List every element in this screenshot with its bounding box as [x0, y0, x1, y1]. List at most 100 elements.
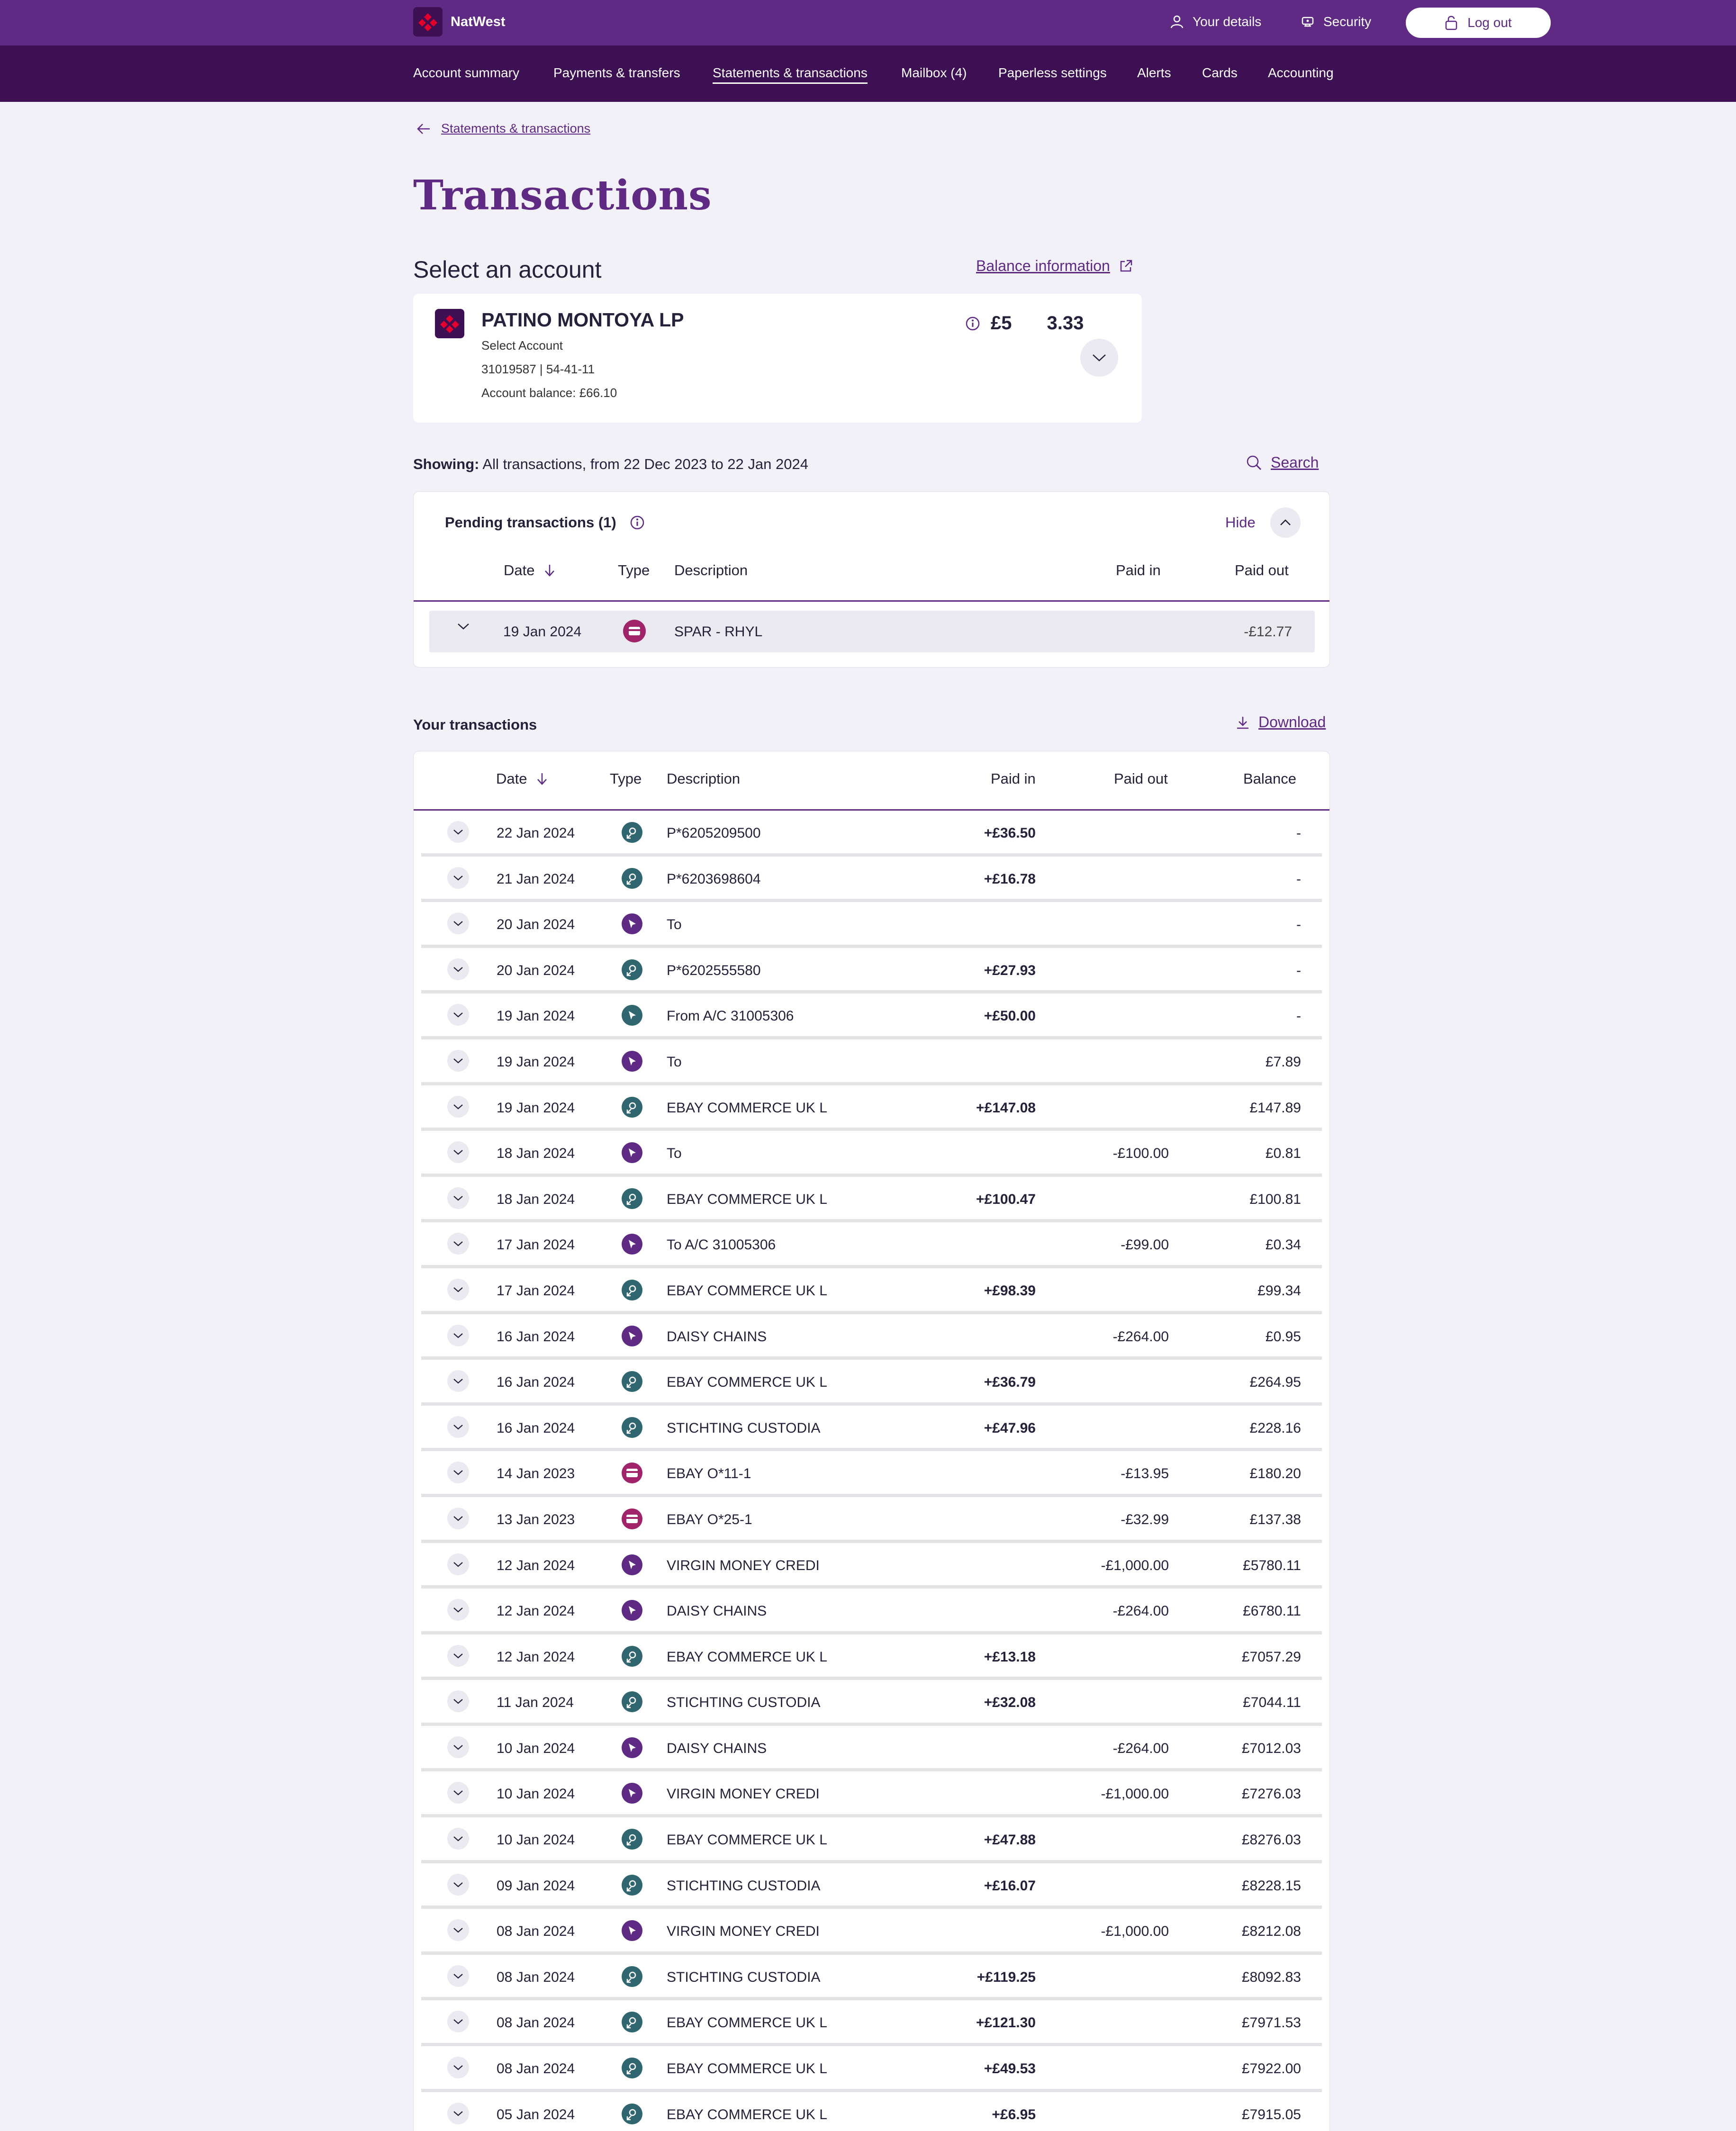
table-row[interactable]: 17 Jan 2024 To A/C 31005306 -£99.00 £0.34: [421, 1222, 1322, 1268]
info-icon[interactable]: [965, 316, 980, 331]
chevron-down-icon[interactable]: [447, 912, 469, 935]
chevron-down-icon[interactable]: [447, 1690, 469, 1713]
money-in-icon: [622, 959, 642, 980]
transaction-balance: £7915.05: [1241, 2106, 1301, 2122]
table-row[interactable]: 20 Jan 2024 To -: [421, 902, 1322, 948]
table-row[interactable]: 08 Jan 2024 EBAY COMMERCE UK L +£121.30 £79…: [421, 2000, 1322, 2047]
table-row[interactable]: 21 Jan 2024 P*6203698604 +£16.78 -: [421, 857, 1322, 903]
table-row[interactable]: 13 Jan 2023 EBAY O*25-1 -£32.99 £137.38: [421, 1497, 1322, 1543]
download-link[interactable]: Download: [1236, 713, 1326, 731]
transfer-out-icon: [622, 1234, 642, 1255]
table-row[interactable]: 14 Jan 2023 EBAY O*11-1 -£13.95 £180.20: [421, 1451, 1322, 1497]
transaction-paid-in: +£119.25: [976, 1969, 1036, 1985]
natwest-logo-icon[interactable]: [413, 7, 443, 36]
download-icon: [1237, 716, 1248, 729]
table-row[interactable]: 18 Jan 2024 To -£100.00 £0.81: [421, 1131, 1322, 1177]
download-label: Download: [1258, 713, 1326, 731]
table-row[interactable]: 19 Jan 2024 EBAY COMMERCE UK L +£147.08 £14…: [421, 1085, 1322, 1131]
chevron-down-icon[interactable]: [447, 867, 469, 889]
chevron-down-icon[interactable]: [447, 2011, 469, 2033]
chevron-down-icon[interactable]: [447, 1004, 469, 1026]
table-row[interactable]: 17 Jan 2024 EBAY COMMERCE UK L +£98.39 £99.…: [421, 1268, 1322, 1314]
table-row[interactable]: 05 Jan 2024 EBAY COMMERCE UK L +£6.95 £7915…: [421, 2092, 1322, 2131]
table-row[interactable]: 08 Jan 2024 STICHTING CUSTODIA +£119.25 £80…: [421, 1955, 1322, 2001]
table-row[interactable]: 08 Jan 2024 VIRGIN MONEY CREDI -£1,000.00 £…: [421, 1909, 1322, 1955]
account-dropdown-toggle[interactable]: [1080, 339, 1118, 377]
chevron-down-icon[interactable]: [447, 1965, 469, 1987]
chevron-down-icon[interactable]: [447, 1782, 469, 1804]
chevron-down-icon[interactable]: [447, 1278, 469, 1300]
chevron-down-icon[interactable]: [447, 1507, 469, 1529]
chevron-down-icon[interactable]: [447, 1873, 469, 1896]
chevron-down-icon[interactable]: [447, 1599, 469, 1621]
chevron-down-icon[interactable]: [447, 1187, 469, 1209]
chevron-down-icon[interactable]: [447, 1462, 469, 1484]
chevron-down-icon[interactable]: [447, 1736, 469, 1758]
chevron-down-icon[interactable]: [447, 1553, 469, 1575]
transfer-out-icon: [622, 1600, 642, 1621]
table-row[interactable]: 12 Jan 2024 EBAY COMMERCE UK L +£13.18 £705…: [421, 1634, 1322, 1680]
your-details-link[interactable]: Your details: [1170, 14, 1261, 29]
pending-transactions-panel: Pending transactions (1) Hide Date Type …: [413, 491, 1330, 668]
table-row[interactable]: 10 Jan 2024 DAISY CHAINS -£264.00 £7012.03: [421, 1726, 1322, 1772]
table-row[interactable]: 19 Jan 2024 From A/C 31005306 +£50.00 -: [421, 993, 1322, 1039]
chevron-down-icon[interactable]: [447, 1324, 469, 1346]
table-row[interactable]: 16 Jan 2024 STICHTING CUSTODIA +£47.96 £228…: [421, 1406, 1322, 1452]
nav-cards[interactable]: Cards: [1202, 65, 1238, 81]
nav-statements-transactions[interactable]: Statements & transactions: [713, 65, 868, 84]
table-row[interactable]: 10 Jan 2024 VIRGIN MONEY CREDI -£1,000.00 £…: [421, 1771, 1322, 1818]
table-row[interactable]: 16 Jan 2024 DAISY CHAINS -£264.00 £0.95: [421, 1314, 1322, 1360]
chevron-down-icon[interactable]: [447, 821, 469, 843]
info-icon[interactable]: [630, 515, 645, 530]
account-selector-card[interactable]: PATINO MONTOYA LP Select Account 3101958…: [413, 294, 1142, 423]
transaction-paid-in: +£49.53: [984, 2061, 1036, 2077]
breadcrumb-back-link[interactable]: Statements & transactions: [416, 121, 590, 136]
chevron-down-icon[interactable]: [447, 1828, 469, 1850]
logout-button[interactable]: Log out: [1406, 8, 1551, 38]
security-link[interactable]: Security: [1301, 14, 1371, 29]
table-row[interactable]: 16 Jan 2024 EBAY COMMERCE UK L +£36.79 £264…: [421, 1360, 1322, 1406]
collapse-pending-button[interactable]: [1270, 507, 1301, 538]
chevron-down-icon[interactable]: [447, 1644, 469, 1667]
your-details-label: Your details: [1193, 14, 1262, 29]
chevron-down-icon[interactable]: [447, 958, 469, 980]
table-row[interactable]: 19 Jan 2024 To £7.89: [421, 1039, 1322, 1085]
chevron-down-icon[interactable]: [447, 1370, 469, 1392]
transaction-date: 13 Jan 2023: [497, 1511, 575, 1527]
nav-mailbox[interactable]: Mailbox (4): [901, 65, 967, 81]
table-row[interactable]: 22 Jan 2024 P*6205209500 +£36.50 -: [421, 811, 1322, 857]
transaction-description: P*6202555580: [667, 962, 761, 978]
search-link[interactable]: Search: [1246, 454, 1319, 471]
table-row[interactable]: 18 Jan 2024 EBAY COMMERCE UK L +£100.47 £10…: [421, 1177, 1322, 1223]
table-row[interactable]: 12 Jan 2024 VIRGIN MONEY CREDI -£1,000.00 £…: [421, 1543, 1322, 1589]
hide-pending-link[interactable]: Hide: [1225, 514, 1256, 531]
table-row[interactable]: 10 Jan 2024 EBAY COMMERCE UK L +£47.88 £827…: [421, 1817, 1322, 1863]
chevron-down-icon[interactable]: [447, 2057, 469, 2079]
chevron-down-icon[interactable]: [447, 1141, 469, 1164]
table-row[interactable]: 08 Jan 2024 EBAY COMMERCE UK L +£49.53 £792…: [421, 2046, 1322, 2092]
showing-filter-summary: Showing: All transactions, from 22 Dec 2…: [413, 456, 808, 473]
table-row[interactable]: 09 Jan 2024 STICHTING CUSTODIA +£16.07 £822…: [421, 1863, 1322, 1909]
nav-alerts[interactable]: Alerts: [1137, 65, 1171, 81]
chevron-down-icon[interactable]: [447, 1919, 469, 1941]
chevron-down-icon[interactable]: [447, 1049, 469, 1072]
nav-paperless-settings[interactable]: Paperless settings: [998, 65, 1107, 81]
pending-description: SPAR - RHYL: [674, 624, 763, 640]
chevron-down-icon[interactable]: [447, 1233, 469, 1255]
date-column-header[interactable]: Date: [496, 770, 548, 787]
table-row[interactable]: 12 Jan 2024 DAISY CHAINS -£264.00 £6780.11: [421, 1589, 1322, 1634]
chevron-down-icon[interactable]: [447, 1416, 469, 1438]
nav-account-summary[interactable]: Account summary: [413, 65, 519, 81]
table-row[interactable]: 11 Jan 2024 STICHTING CUSTODIA +£32.08 £704…: [421, 1680, 1322, 1726]
money-in-icon: [622, 1096, 642, 1118]
nav-payments-transfers[interactable]: Payments & transfers: [553, 65, 680, 81]
chevron-down-icon[interactable]: [457, 622, 470, 633]
chevron-down-icon[interactable]: [447, 2102, 469, 2124]
pending-row[interactable]: 19 Jan 2024 SPAR - RHYL -£12.77: [429, 611, 1315, 652]
chevron-down-icon[interactable]: [447, 1095, 469, 1118]
pending-date-header[interactable]: Date: [504, 562, 555, 579]
table-row[interactable]: 20 Jan 2024 P*6202555580 +£27.93 -: [421, 948, 1322, 994]
nav-accounting[interactable]: Accounting: [1268, 65, 1334, 81]
transaction-date: 10 Jan 2024: [497, 1740, 575, 1756]
balance-information-link[interactable]: Balance information: [976, 257, 1133, 275]
